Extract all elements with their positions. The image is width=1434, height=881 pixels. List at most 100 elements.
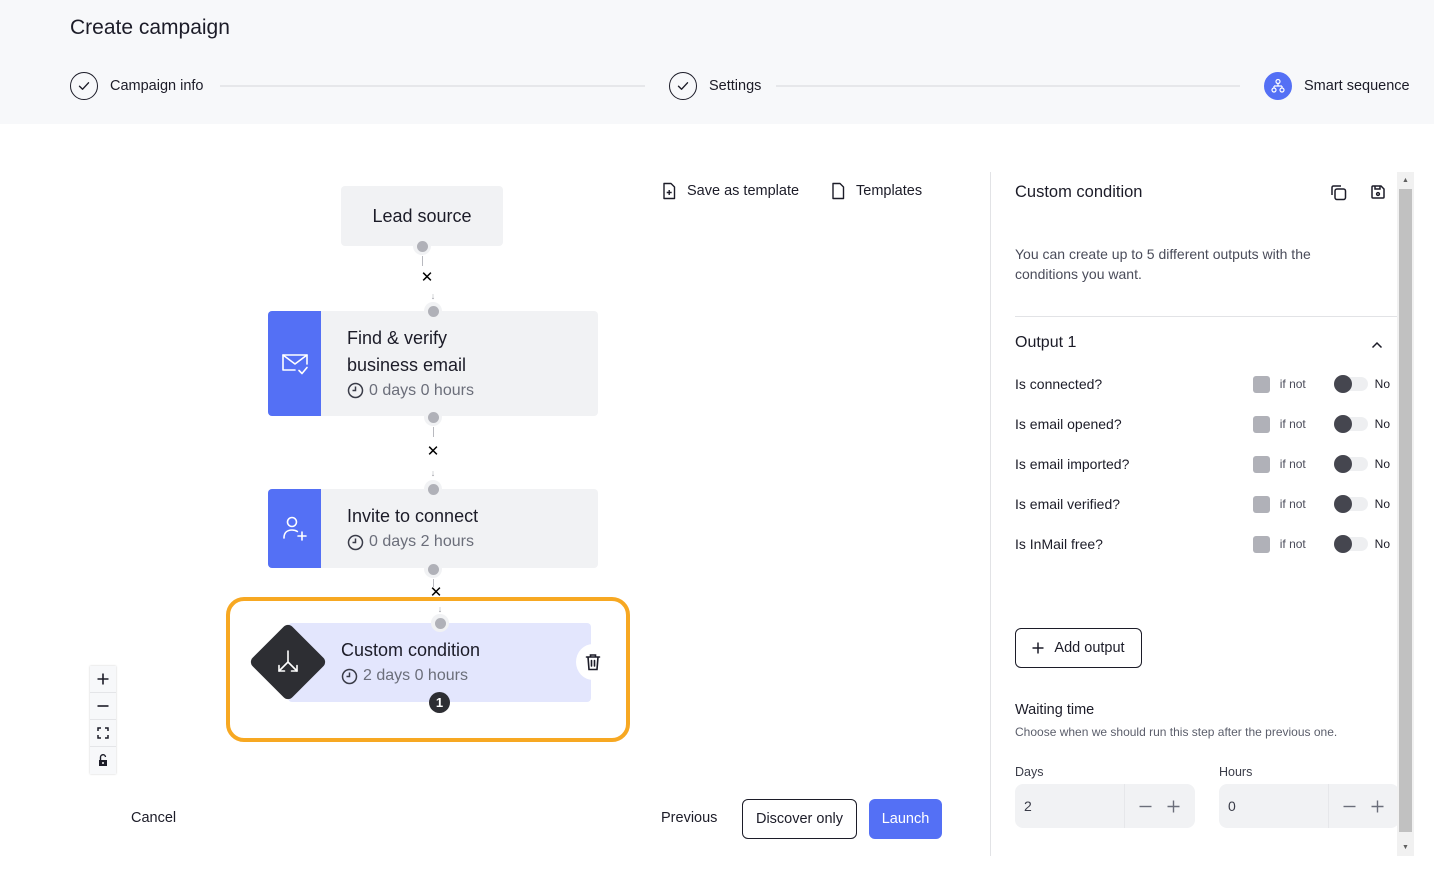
node-input-port[interactable] [431,614,449,632]
step-campaign-info[interactable]: Campaign info [70,71,204,101]
clock-icon [347,534,364,550]
waiting-time-description: Choose when we should run this step afte… [1015,725,1338,739]
add-output-label: Add output [1054,640,1125,656]
if-not-label: if not [1279,417,1306,431]
days-stepper [1015,784,1195,828]
delete-node-button[interactable] [576,644,610,680]
split-icon [270,644,306,680]
discover-only-button[interactable]: Discover only [742,799,857,839]
mail-check-icon [268,311,321,416]
copy-icon [1330,184,1346,200]
node-input-port[interactable] [424,480,442,498]
panel-scrollbar[interactable]: ▲ ▼ [1397,172,1414,856]
condition-toggle[interactable] [1333,535,1368,553]
unlock-icon [99,754,107,766]
node-title: Lead source [372,205,472,226]
page-header: Create campaign Campaign info Settings S… [0,0,1434,124]
user-plus-icon [268,489,321,568]
trash-icon [585,654,601,671]
hours-decrement-button[interactable] [1335,792,1363,820]
node-find-verify-email[interactable]: Find & verify business email 0 days 0 ho… [268,311,598,416]
condition-toggle[interactable] [1333,415,1368,433]
launch-button[interactable]: Launch [869,799,942,839]
save-node-button[interactable] [1368,182,1388,202]
output-count-badge[interactable]: 1 [429,692,450,713]
check-icon [70,72,98,100]
fit-view-icon [97,727,109,739]
minus-icon [97,705,109,707]
panel-description: You can create up to 5 different outputs… [1015,246,1311,282]
zoom-in-button[interactable] [90,666,116,693]
hours-label: Hours [1219,765,1253,779]
if-not-checkbox[interactable] [1252,495,1270,513]
canvas-zoom-controls [90,666,116,774]
if-not-checkbox[interactable] [1252,375,1270,393]
templates-button[interactable]: Templates [830,182,922,200]
condition-label: Is InMail free? [1015,536,1103,552]
toggle-label: No [1374,497,1391,511]
if-not-checkbox[interactable] [1252,455,1270,473]
if-not-label: if not [1279,537,1306,551]
condition-row: Is InMail free? if not No [1015,534,1390,554]
fit-view-button[interactable] [90,720,116,747]
divider [1015,316,1398,317]
toggle-label: No [1374,417,1391,431]
days-increment-button[interactable] [1159,792,1187,820]
clock-icon [347,382,364,399]
condition-label: Is email opened? [1015,416,1122,432]
node-title: Invite to connect [347,506,479,526]
if-not-checkbox[interactable] [1252,415,1270,433]
condition-row: Is connected? if not No [1015,374,1390,394]
delete-edge-icon[interactable]: ✕ [420,270,434,285]
lock-canvas-button[interactable] [90,747,116,774]
condition-toggle[interactable] [1333,375,1368,393]
if-not-label: if not [1279,377,1306,391]
node-invite-to-connect[interactable]: Invite to connect 0 days 2 hours [268,489,598,568]
condition-body: Custom condition 2 days 0 hours [341,637,480,688]
step-label: Smart sequence [1304,78,1410,94]
step-smart-sequence[interactable]: Smart sequence [1264,71,1410,101]
hours-input[interactable] [1219,784,1329,828]
hours-increment-button[interactable] [1363,792,1391,820]
collapse-output-button[interactable] [1367,336,1387,354]
toggle-label: No [1374,457,1391,471]
scroll-up-icon[interactable]: ▲ [1397,172,1414,189]
zoom-out-button[interactable] [90,693,116,720]
duplicate-node-button[interactable] [1328,182,1348,202]
plus-icon [1167,800,1179,812]
output-title: Output 1 [1015,334,1077,351]
condition-toggle[interactable] [1333,495,1368,513]
node-output-port[interactable] [424,408,442,426]
if-not-checkbox[interactable] [1252,535,1270,553]
plus-icon [97,673,109,685]
edge-arrow-icon: ↓ [430,291,436,301]
edge-arrow-icon: ↓ [437,604,443,614]
previous-button[interactable]: Previous [661,810,717,826]
scroll-thumb[interactable] [1399,189,1412,832]
condition-row: Is email imported? if not No [1015,454,1390,474]
node-title: Custom condition [341,640,481,660]
waiting-time-title: Waiting time [1015,702,1095,718]
days-input[interactable] [1015,784,1125,828]
scroll-down-icon[interactable]: ▼ [1397,839,1414,856]
edge-line [433,427,434,437]
minus-icon [1343,805,1355,807]
delete-edge-icon[interactable]: ✕ [426,444,440,459]
cancel-button[interactable]: Cancel [131,810,176,826]
panel-title: Custom condition [1015,183,1143,201]
page-title: Create campaign [70,16,230,39]
step-connector [220,85,645,87]
save-as-template-button[interactable]: Save as template [661,182,799,200]
file-icon [832,182,845,200]
node-input-port[interactable] [424,302,442,320]
clock-icon [341,668,358,684]
step-settings[interactable]: Settings [669,71,761,101]
templates-label: Templates [856,183,923,199]
node-output-port[interactable] [424,560,442,578]
minus-icon [1139,805,1151,807]
node-title: business email [347,354,467,375]
days-decrement-button[interactable] [1131,792,1159,820]
node-output-port[interactable] [413,237,431,255]
condition-toggle[interactable] [1333,455,1368,473]
add-output-button[interactable]: Add output [1015,628,1142,668]
